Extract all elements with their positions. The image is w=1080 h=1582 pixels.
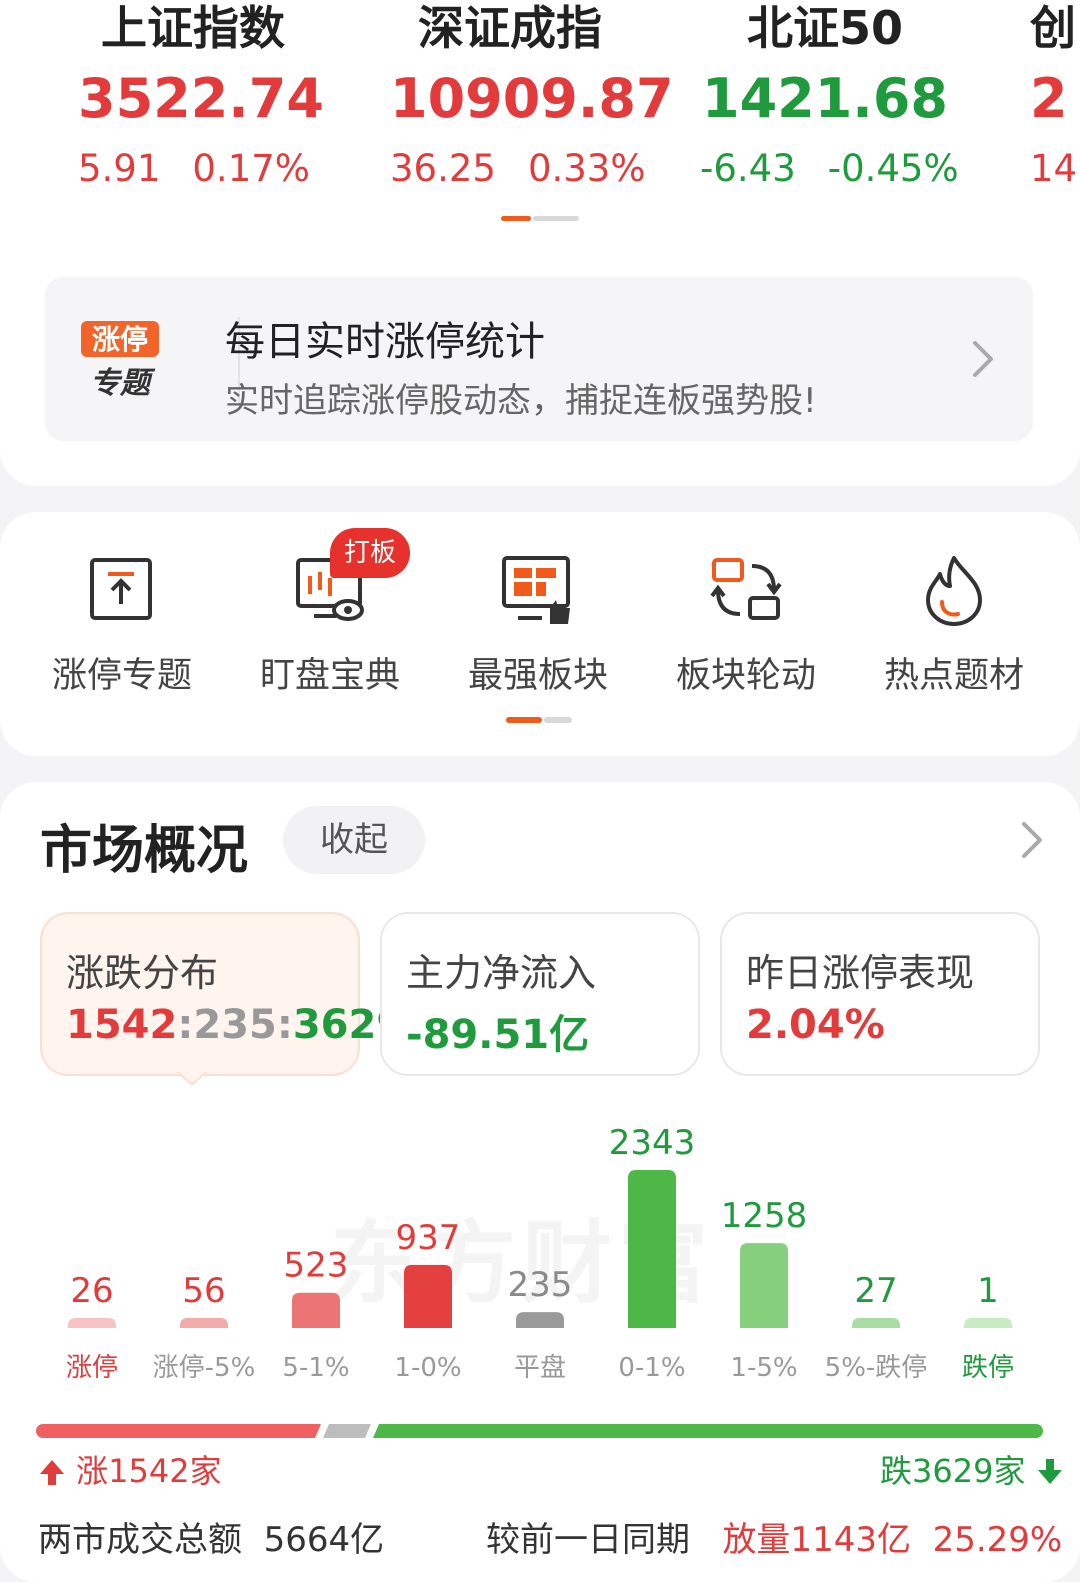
monitor-thumbs-up-icon [438,540,638,640]
index-page-indicator [501,216,579,221]
index-value: 10909.87 [390,67,674,130]
index-name: 深证成指 [418,1,602,55]
chevron-right-icon[interactable] [1018,820,1046,860]
index-change: -6.43 -0.45% [700,147,959,190]
indicator-active [506,717,542,723]
chart-value-label: 937 [396,1218,461,1258]
chart-value-label: 26 [70,1271,113,1311]
collapse-button[interactable]: 收起 [283,806,425,874]
chart-bar [180,1318,228,1328]
banner-title: 每日实时涨停统计 [225,319,545,365]
indicator-inactive [544,717,572,723]
index-item-shenzhen[interactable]: 深证成指 10909.87 36.25 0.33% [390,0,674,194]
stat-label: 昨日涨停表现 [746,951,975,995]
chart-category-label: 涨停-5% [153,1353,256,1383]
tool-label: 板块轮动 [675,656,816,696]
limit-up-banner[interactable]: 涨停 专题 每日实时涨停统计 实时追踪涨停股动态，捕捉连板强势股! [45,277,1033,441]
turnover-summary: 两市成交总额 5664亿 [38,1520,385,1560]
chart-value-label: 56 [182,1271,225,1311]
rotate-blocks-icon [646,540,846,640]
chart-bar [68,1318,116,1328]
index-value: 1421.68 [702,67,948,130]
index-value: 2 [1030,67,1068,130]
tool-sector-rotation[interactable]: 板块轮动 [646,540,846,698]
banner-subtitle: 实时追踪涨停股动态，捕捉连板强势股! [225,381,817,421]
chart-bar [740,1243,788,1328]
chart-value-label: 1 [977,1271,999,1311]
index-change: 5.91 0.17% [78,147,310,190]
market-title: 市场概况 [40,821,249,881]
tool-label: 盯盘宝典 [259,656,400,696]
indicator-inactive [533,216,579,221]
chart-value-label: 1258 [721,1196,808,1236]
tool-badge-daban: 打板 [330,528,410,578]
tool-label: 涨停专题 [51,656,192,696]
flame-icon [854,540,1054,640]
chart-bar [628,1170,676,1328]
tool-strongest-sector[interactable]: 最强板块 [438,540,638,698]
chart-category-label: 涨停 [66,1353,118,1383]
chart-category-label: 跌停 [962,1353,1014,1383]
chart-bar [516,1312,564,1328]
chart-category-label: 5-1% [282,1353,349,1383]
ratio-up-segment [36,1424,321,1438]
up-count-label: 涨1542家 [38,1446,222,1492]
tool-hot-topics[interactable]: 热点题材 [854,540,1054,698]
turnover-compare: 较前一日同期 放量1143亿 25.29% [486,1520,1063,1560]
ratio-flat-segment [323,1424,371,1438]
index-name: 上证指数 [101,1,285,55]
stat-label: 涨跌分布 [66,951,219,995]
index-change: 36.25 0.33% [390,147,646,190]
tools-page-indicator [506,717,572,723]
chart-value-label: 235 [508,1265,573,1305]
distribution-chart: 26涨停56涨停-5%5235-1%9371-0%235平盘23430-1%12… [66,1123,1014,1383]
index-item-shanghai[interactable]: 上证指数 3522.74 5.91 0.17% [78,0,324,194]
tool-label: 热点题材 [883,656,1024,696]
chart-value-label: 523 [284,1246,349,1286]
index-item-chinext[interactable]: 创 2 14. [1030,0,1080,194]
limit-up-topic-logo: 涨停 专题 [81,321,161,401]
stat-label: 主力净流入 [406,951,597,995]
stat-card-distribution[interactable]: 涨跌分布 1542:235:3629 [40,912,404,1076]
tool-label: 最强板块 [467,656,608,696]
stat-card-yesterday-limit-up[interactable]: 昨日涨停表现 2.04% [720,912,1040,1076]
stat-value: 1542:235:3629 [66,1002,405,1048]
index-name: 北证50 [746,1,903,55]
chart-bar [404,1264,452,1328]
ratio-down-segment [373,1424,1043,1438]
index-value: 3522.74 [78,67,324,130]
chart-value-label: 27 [854,1271,897,1311]
chart-category-label: 5%-跌停 [825,1353,928,1383]
arrow-down-icon [1037,1459,1062,1484]
svg-text:专题: 专题 [90,366,156,401]
upload-box-icon [22,540,222,640]
down-count-label: 跌3629家 [880,1446,1064,1492]
index-item-beizheng50[interactable]: 北证50 1421.68 -6.43 -0.45% [700,0,959,194]
stat-value: 2.04% [746,1002,885,1048]
arrow-up-icon [40,1460,64,1485]
chart-bar [292,1292,340,1328]
chart-category-label: 1-5% [730,1353,797,1383]
chart-bar [964,1318,1012,1328]
chart-category-label: 1-0% [394,1353,461,1383]
stat-value: -89.51亿 [406,1012,590,1058]
tool-limit-up-topic[interactable]: 涨停专题 [22,540,222,698]
up-down-ratio-bar [36,1424,1043,1438]
chart-category-label: 平盘 [514,1353,566,1383]
chart-value-label: 2343 [609,1123,696,1163]
chevron-right-icon [973,341,993,377]
svg-text:涨停: 涨停 [92,323,148,356]
indicator-active [501,216,531,221]
chart-category-label: 0-1% [618,1353,685,1383]
stat-card-net-inflow[interactable]: 主力净流入 -89.51亿 [380,912,700,1076]
index-change: 14. [1030,147,1080,190]
chart-bar [852,1318,900,1328]
index-name: 创 [1030,1,1076,55]
stat-pointer-fill [178,1071,206,1083]
